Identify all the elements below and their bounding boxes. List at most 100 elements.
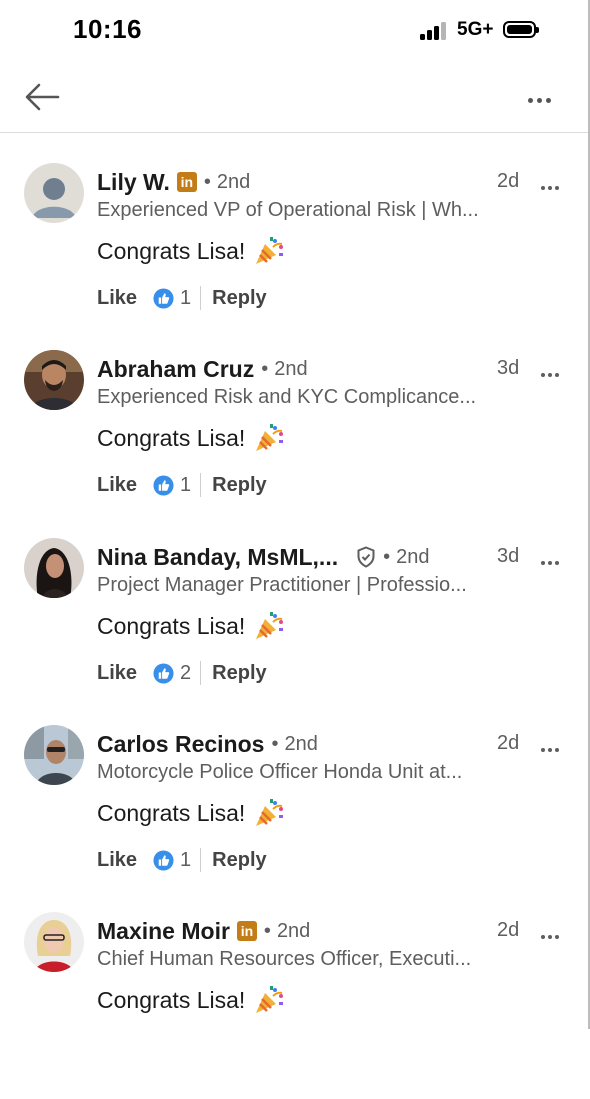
like-count: 2 xyxy=(180,661,192,684)
comment-text: Congrats Lisa! xyxy=(97,797,285,829)
like-button[interactable]: Like xyxy=(97,662,137,685)
comment-item: Maxine Moir in • 2nd 2d Chief Human Reso… xyxy=(0,912,588,1099)
reply-button[interactable]: Reply xyxy=(212,662,266,685)
party-popper-icon xyxy=(256,986,284,1013)
avatar[interactable] xyxy=(24,538,84,598)
like-reaction-icon xyxy=(153,474,174,496)
action-divider xyxy=(200,286,202,310)
comment-more-button[interactable] xyxy=(541,739,571,752)
nav-bar xyxy=(0,62,590,133)
commenter-headline: Project Manager Practitioner | Professio… xyxy=(97,574,467,596)
comment-time: 2d xyxy=(497,170,520,192)
comment-text: Congrats Lisa! xyxy=(97,422,285,454)
comment-more-button[interactable] xyxy=(541,552,571,565)
like-button[interactable]: Like xyxy=(97,287,137,310)
arrow-left-icon xyxy=(25,83,60,111)
more-options-button[interactable] xyxy=(528,90,564,104)
back-button[interactable] xyxy=(24,82,60,112)
comment-text: Congrats Lisa! xyxy=(97,610,285,642)
commenter-name[interactable]: Maxine Moir xyxy=(97,918,230,945)
commenter-name[interactable]: Carlos Recinos xyxy=(97,731,264,758)
comment-text: Congrats Lisa! xyxy=(97,984,285,1016)
comment-header: Maxine Moir in • 2nd xyxy=(97,916,310,946)
comment-actions: Like 1 Reply xyxy=(97,283,267,313)
action-divider xyxy=(200,848,202,872)
comment-actions: Like 2 Reply xyxy=(97,658,267,688)
party-popper-icon xyxy=(256,237,284,264)
commenter-name[interactable]: Abraham Cruz xyxy=(97,356,254,383)
comment-item: Abraham Cruz • 2nd 3d Experienced Risk a… xyxy=(0,350,588,537)
linkedin-premium-icon: in xyxy=(176,172,197,192)
more-horizontal-icon xyxy=(528,90,555,107)
network-label: 5G+ xyxy=(457,19,494,40)
comment-text: Congrats Lisa! xyxy=(97,235,285,267)
action-divider xyxy=(200,661,202,685)
party-popper-icon xyxy=(256,799,284,826)
separator-dot: • xyxy=(203,170,211,193)
commenter-name[interactable]: Nina Banday, MsML,... xyxy=(97,544,338,571)
like-reaction-icon xyxy=(153,662,174,684)
action-divider xyxy=(200,473,202,497)
separator-dot: • xyxy=(261,357,269,380)
connection-degree: 2nd xyxy=(216,170,251,193)
separator-dot: • xyxy=(271,732,279,755)
more-horizontal-icon xyxy=(541,177,562,194)
reply-button[interactable]: Reply xyxy=(212,474,266,497)
avatar[interactable] xyxy=(24,912,84,972)
comment-more-button[interactable] xyxy=(541,364,571,377)
comment-item: Lily W. in • 2nd 2d Experienced VP of Op… xyxy=(0,163,588,350)
comment-time: 3d xyxy=(497,545,520,567)
comment-body: Congrats Lisa! xyxy=(97,612,246,639)
comment-more-button[interactable] xyxy=(541,926,571,939)
like-reaction-icon xyxy=(153,849,174,871)
commenter-headline: Motorcycle Police Officer Honda Unit at.… xyxy=(97,761,463,783)
comment-body: Congrats Lisa! xyxy=(97,237,246,264)
commenter-headline: Chief Human Resources Officer, Executi..… xyxy=(97,948,472,970)
more-horizontal-icon xyxy=(541,739,562,756)
like-count: 1 xyxy=(180,473,192,496)
commenter-headline: Experienced Risk and KYC Complicance... xyxy=(97,386,477,408)
like-count: 1 xyxy=(180,286,192,309)
connection-degree: 2nd xyxy=(284,732,318,755)
avatar[interactable] xyxy=(24,350,84,410)
like-button[interactable]: Like xyxy=(97,849,137,872)
party-popper-icon xyxy=(256,612,284,639)
comment-body: Congrats Lisa! xyxy=(97,799,246,826)
commenter-headline: Experienced VP of Operational Risk | Wh.… xyxy=(97,199,479,221)
comment-time: 3d xyxy=(497,357,520,379)
comment-time: 2d xyxy=(497,732,520,754)
comment-time: 2d xyxy=(497,919,520,941)
more-horizontal-icon xyxy=(541,552,562,569)
more-horizontal-icon xyxy=(541,926,562,943)
linkedin-premium-icon: in xyxy=(236,921,257,941)
comment-item: Nina Banday, MsML,... • 2nd 3d Project M… xyxy=(0,538,588,725)
avatar[interactable] xyxy=(24,725,84,785)
verified-shield-icon xyxy=(357,546,375,568)
connection-degree: 2nd xyxy=(274,357,308,380)
commenter-name[interactable]: Lily W. xyxy=(97,169,170,196)
like-reaction-icon xyxy=(153,287,174,309)
like-button[interactable]: Like xyxy=(97,474,137,497)
status-time: 10:16 xyxy=(73,14,142,44)
separator-dot: • xyxy=(263,919,271,942)
avatar[interactable] xyxy=(24,163,84,223)
battery-icon xyxy=(503,21,539,38)
comment-actions: Like 1 Reply xyxy=(97,470,267,500)
reply-button[interactable]: Reply xyxy=(212,287,266,310)
comment-body: Congrats Lisa! xyxy=(97,986,246,1013)
comment-header: Lily W. in • 2nd xyxy=(97,167,250,197)
comment-body: Congrats Lisa! xyxy=(97,424,246,451)
party-popper-icon xyxy=(256,424,284,451)
comment-header: Carlos Recinos • 2nd xyxy=(97,729,318,759)
like-count: 1 xyxy=(180,848,192,871)
comment-item: Carlos Recinos • 2nd 2d Motorcycle Polic… xyxy=(0,725,588,912)
connection-degree: 2nd xyxy=(396,545,430,568)
comment-more-button[interactable] xyxy=(541,177,571,190)
reply-button[interactable]: Reply xyxy=(212,849,266,872)
separator-dot: • xyxy=(383,545,391,568)
connection-degree: 2nd xyxy=(276,919,311,942)
comment-header: Abraham Cruz • 2nd xyxy=(97,354,308,384)
status-bar: 10:16 5G+ xyxy=(0,0,590,62)
comment-actions: Like 1 Reply xyxy=(97,845,267,875)
signal-icon xyxy=(420,22,450,40)
